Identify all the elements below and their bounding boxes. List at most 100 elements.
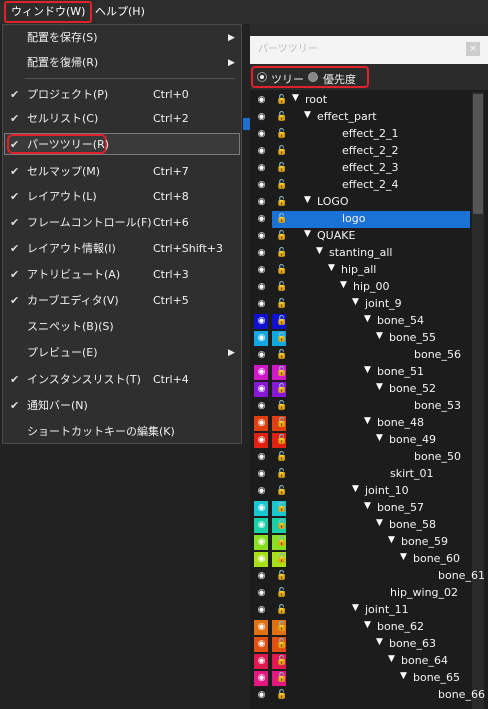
- radio-priority[interactable]: [308, 72, 318, 82]
- menu-item[interactable]: ✔ 通知バー(N): [3, 395, 241, 417]
- lock-icon[interactable]: 🔓: [276, 503, 287, 514]
- tree-row[interactable]: ◉ 🔓 effect_2_4: [250, 177, 470, 194]
- expand-triangle-icon[interactable]: ▼: [352, 603, 359, 613]
- tree-row[interactable]: ◉ 🔓 logo: [250, 211, 470, 228]
- tree-row[interactable]: ◉ 🔓 hip_wing_02: [250, 585, 470, 602]
- menu-item[interactable]: ✔ パーツツリー(R): [3, 134, 241, 156]
- eye-icon[interactable]: ◉: [255, 333, 268, 344]
- lock-icon[interactable]: 🔓: [276, 163, 287, 174]
- expand-triangle-icon[interactable]: ▼: [400, 552, 407, 562]
- eye-icon[interactable]: ◉: [255, 537, 268, 548]
- menu-item[interactable]: ✔ カーブエディタ(V) Ctrl+5: [3, 290, 241, 312]
- menu-item[interactable]: ✔ セルリスト(C) Ctrl+2: [3, 108, 241, 130]
- expand-triangle-icon[interactable]: ▼: [304, 229, 311, 239]
- scrollbar-thumb[interactable]: [473, 94, 483, 214]
- menu-item[interactable]: スニペット(B)(S): [3, 316, 241, 338]
- lock-icon[interactable]: 🔓: [276, 554, 287, 565]
- tree-row[interactable]: ◉ 🔓 ▼ joint_11: [250, 602, 470, 619]
- eye-icon[interactable]: ◉: [255, 690, 268, 701]
- lock-icon[interactable]: 🔓: [276, 452, 287, 463]
- menu-help[interactable]: ヘルプ(H): [90, 3, 150, 21]
- lock-icon[interactable]: 🔓: [276, 435, 287, 446]
- tree-row[interactable]: ◉ 🔓 ▼ root: [250, 92, 470, 109]
- lock-icon[interactable]: 🔓: [276, 231, 287, 242]
- eye-icon[interactable]: ◉: [255, 503, 268, 514]
- eye-icon[interactable]: ◉: [255, 452, 268, 463]
- eye-icon[interactable]: ◉: [255, 163, 268, 174]
- lock-icon[interactable]: 🔓: [276, 486, 287, 497]
- lock-icon[interactable]: 🔓: [276, 537, 287, 548]
- eye-icon[interactable]: ◉: [255, 350, 268, 361]
- lock-icon[interactable]: 🔓: [276, 639, 287, 650]
- eye-icon[interactable]: ◉: [255, 367, 268, 378]
- lock-icon[interactable]: 🔓: [276, 367, 287, 378]
- eye-icon[interactable]: ◉: [255, 129, 268, 140]
- tree-row[interactable]: ◉ 🔓 ▼ QUAKE: [250, 228, 470, 245]
- tree-row[interactable]: ◉ 🔓 skirt_01: [250, 466, 470, 483]
- tree-row[interactable]: ◉ 🔓 ▼ LOGO: [250, 194, 470, 211]
- eye-icon[interactable]: ◉: [255, 248, 268, 259]
- expand-triangle-icon[interactable]: ▼: [292, 93, 299, 103]
- lock-icon[interactable]: 🔓: [276, 95, 287, 106]
- expand-triangle-icon[interactable]: ▼: [328, 263, 335, 273]
- lock-icon[interactable]: 🔓: [276, 384, 287, 395]
- eye-icon[interactable]: ◉: [255, 588, 268, 599]
- expand-triangle-icon[interactable]: ▼: [388, 654, 395, 664]
- expand-triangle-icon[interactable]: ▼: [364, 314, 371, 324]
- tree-row[interactable]: ◉ 🔓 bone_66: [250, 687, 485, 704]
- eye-icon[interactable]: ◉: [255, 265, 268, 276]
- menu-item[interactable]: ✔ セルマップ(M) Ctrl+7: [3, 161, 241, 183]
- menu-item[interactable]: ✔ レイアウト(L) Ctrl+8: [3, 186, 241, 208]
- tree-row[interactable]: ◉ 🔓 ▼ bone_64: [250, 653, 470, 670]
- eye-icon[interactable]: ◉: [255, 112, 268, 123]
- lock-icon[interactable]: 🔓: [276, 350, 287, 361]
- eye-icon[interactable]: ◉: [255, 571, 268, 582]
- lock-icon[interactable]: 🔓: [276, 588, 287, 599]
- tree-row[interactable]: ◉ 🔓 bone_61: [250, 568, 485, 585]
- eye-icon[interactable]: ◉: [255, 673, 268, 684]
- lock-icon[interactable]: 🔓: [276, 401, 287, 412]
- expand-triangle-icon[interactable]: ▼: [376, 382, 383, 392]
- expand-triangle-icon[interactable]: ▼: [364, 416, 371, 426]
- lock-icon[interactable]: 🔓: [276, 656, 287, 667]
- eye-icon[interactable]: ◉: [255, 146, 268, 157]
- menu-item[interactable]: プレビュー(E) ▶: [3, 342, 241, 364]
- lock-icon[interactable]: 🔓: [276, 622, 287, 633]
- expand-triangle-icon[interactable]: ▼: [388, 535, 395, 545]
- tree-row[interactable]: ◉ 🔓 effect_2_3: [250, 160, 470, 177]
- tree-row[interactable]: ◉ 🔓 effect_2_2: [250, 143, 470, 160]
- eye-icon[interactable]: ◉: [255, 520, 268, 531]
- lock-icon[interactable]: 🔓: [276, 299, 287, 310]
- eye-icon[interactable]: ◉: [255, 469, 268, 480]
- lock-icon[interactable]: 🔓: [276, 690, 287, 701]
- tree-row[interactable]: ◉ 🔓 ▼ bone_51: [250, 364, 470, 381]
- tree-row[interactable]: ◉ 🔓 ▼ joint_9: [250, 296, 470, 313]
- lock-icon[interactable]: 🔓: [276, 112, 287, 123]
- expand-triangle-icon[interactable]: ▼: [376, 433, 383, 443]
- lock-icon[interactable]: 🔓: [276, 418, 287, 429]
- tree-row[interactable]: ◉ 🔓 ▼ hip_all: [250, 262, 470, 279]
- lock-icon[interactable]: 🔓: [276, 673, 287, 684]
- tree-row[interactable]: ◉ 🔓 ▼ bone_48: [250, 415, 470, 432]
- menu-item[interactable]: ✔ フレームコントロール(F) Ctrl+6: [3, 212, 241, 234]
- expand-triangle-icon[interactable]: ▼: [304, 195, 311, 205]
- lock-icon[interactable]: 🔓: [276, 605, 287, 616]
- tree-row[interactable]: ◉ 🔓 ▼ hip_00: [250, 279, 470, 296]
- tree-row[interactable]: ◉ 🔓 ▼ bone_65: [250, 670, 470, 687]
- eye-icon[interactable]: ◉: [255, 605, 268, 616]
- eye-icon[interactable]: ◉: [255, 435, 268, 446]
- eye-icon[interactable]: ◉: [255, 95, 268, 106]
- lock-icon[interactable]: 🔓: [276, 282, 287, 293]
- expand-triangle-icon[interactable]: ▼: [352, 297, 359, 307]
- eye-icon[interactable]: ◉: [255, 197, 268, 208]
- tree-row[interactable]: ◉ 🔓 ▼ bone_52: [250, 381, 470, 398]
- tree-row[interactable]: ◉ 🔓 ▼ bone_54: [250, 313, 470, 330]
- eye-icon[interactable]: ◉: [255, 486, 268, 497]
- expand-triangle-icon[interactable]: ▼: [340, 280, 347, 290]
- expand-triangle-icon[interactable]: ▼: [316, 246, 323, 256]
- tree-row[interactable]: ◉ 🔓 bone_50: [250, 449, 470, 466]
- eye-icon[interactable]: ◉: [255, 418, 268, 429]
- menu-item[interactable]: ✔ プロジェクト(P) Ctrl+0: [3, 84, 241, 106]
- menu-item[interactable]: 配置を保存(S) ▶: [3, 27, 241, 49]
- eye-icon[interactable]: ◉: [255, 180, 268, 191]
